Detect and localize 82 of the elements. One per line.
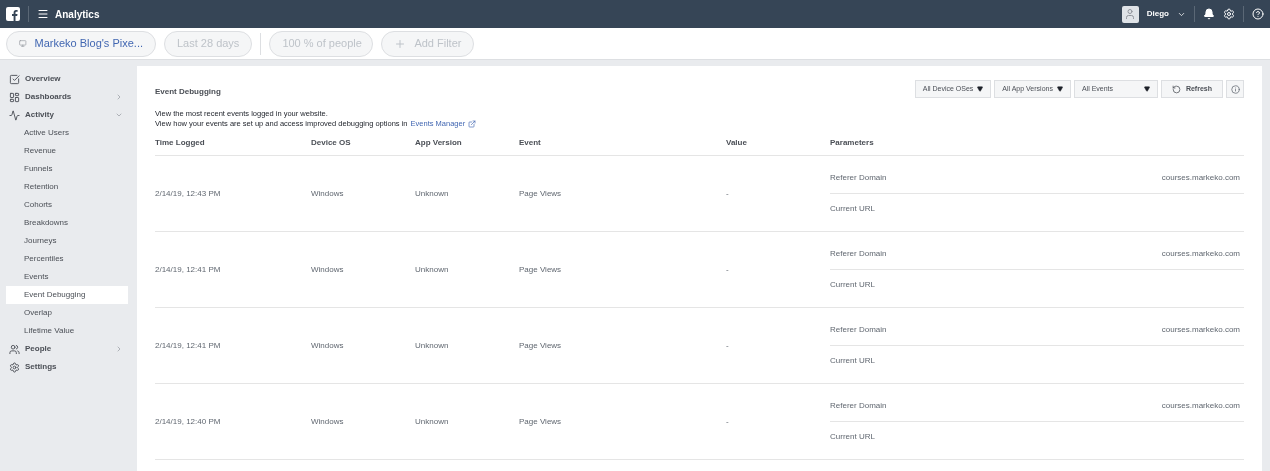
column-header: App Version — [415, 137, 463, 149]
table-cell-text: 2/14/19, 12:41 PM — [155, 263, 222, 276]
info-icon — [1230, 84, 1240, 94]
caret-icon — [977, 86, 984, 92]
table-cell-text: - — [726, 415, 730, 428]
sidebar-item[interactable]: People — [0, 340, 137, 358]
table-cell-text: 2/14/19, 12:43 PM — [155, 187, 222, 200]
table-cell-text: Page Views — [519, 263, 563, 276]
sidebar-item[interactable]: Activity — [0, 106, 137, 124]
sidebar-item[interactable]: Lifetime Value — [0, 322, 137, 340]
logo-icon[interactable] — [6, 7, 20, 21]
parameter-value: courses.markeko.com — [1161, 248, 1240, 260]
section-icon — [9, 109, 20, 121]
info-button[interactable] — [1226, 80, 1244, 98]
table-cell-text: 2/14/19, 12:40 PM — [155, 415, 222, 428]
section-icon — [9, 91, 20, 103]
section-icon — [9, 73, 20, 85]
section-icon — [9, 343, 20, 355]
notifications-icon[interactable] — [1203, 8, 1215, 20]
monitor-icon — [19, 37, 27, 50]
column-header: Device OS — [311, 137, 352, 149]
plus-icon — [394, 37, 407, 50]
help-icon[interactable] — [1252, 8, 1264, 20]
caret-icon — [1056, 86, 1063, 92]
table-cell-text: - — [726, 263, 730, 276]
caret-icon — [115, 111, 123, 119]
caret-icon — [115, 93, 123, 101]
app-title: Analytics — [55, 7, 100, 22]
parameter-name: Current URL — [830, 430, 875, 443]
caret-icon — [115, 345, 123, 353]
sidebar-item[interactable]: Retention — [0, 178, 137, 196]
table-cell-text: - — [726, 187, 730, 200]
user-name[interactable]: Diego — [1146, 8, 1169, 20]
table-cell-text: Windows — [311, 415, 345, 428]
external-link-icon — [468, 120, 477, 128]
sidebar-item[interactable]: Funnels — [0, 160, 137, 178]
table-cell-text: Unknown — [415, 187, 450, 200]
section-icon — [9, 361, 20, 373]
parameter-value: courses.markeko.com — [1161, 172, 1240, 184]
table-cell-text: 2/14/19, 12:41 PM — [155, 339, 222, 352]
parameter-name: Current URL — [830, 202, 875, 215]
sidebar-item[interactable]: Active Users — [0, 124, 137, 142]
sidebar-item[interactable]: Revenue — [0, 142, 137, 160]
column-header: Value — [726, 137, 748, 149]
sidebar-item[interactable]: Overlap — [0, 304, 137, 322]
menu-icon[interactable] — [37, 8, 49, 20]
sidebar-item[interactable]: Settings — [0, 358, 137, 376]
column-header: Event — [519, 137, 542, 149]
table-cell-text: Unknown — [415, 415, 450, 428]
sidebar-item[interactable]: Events — [0, 268, 137, 286]
sidebar-item[interactable]: Overview — [0, 70, 137, 88]
parameter-name: Current URL — [830, 354, 875, 367]
pixel-selector[interactable]: Markeko Blog's Pixe... — [6, 30, 156, 57]
parameter-name: Referer Domain — [830, 248, 887, 260]
table-cell-text: Windows — [311, 263, 345, 276]
table-cell-text: Unknown — [415, 339, 450, 352]
sidebar-item[interactable]: Dashboards — [0, 88, 137, 106]
sidebar-item[interactable]: Breakdowns — [0, 214, 137, 232]
table-cell-text: Unknown — [415, 263, 450, 276]
table-cell-text: - — [726, 339, 730, 352]
table-cell-text: Page Views — [519, 339, 563, 352]
sidebar-item[interactable]: Event Debugging — [6, 286, 128, 304]
table-cell-text: Page Views — [519, 187, 563, 200]
caret-icon — [1143, 86, 1150, 92]
parameter-name: Referer Domain — [830, 324, 887, 336]
column-header: Parameters — [830, 137, 875, 149]
parameter-name: Current URL — [830, 278, 875, 291]
panel-title: Event Debugging — [155, 86, 221, 98]
sidebar-item[interactable]: Percentiles — [0, 250, 137, 268]
table-cell-text: Windows — [311, 339, 345, 352]
parameter-value: courses.markeko.com — [1161, 400, 1240, 412]
refresh-icon — [1171, 84, 1181, 94]
table-cell-text: Page Views — [519, 415, 563, 428]
parameter-value: courses.markeko.com — [1161, 324, 1240, 336]
parameter-name: Referer Domain — [830, 400, 887, 412]
settings-icon[interactable] — [1223, 8, 1235, 20]
table-cell-text: Windows — [311, 187, 345, 200]
sidebar-item[interactable]: Journeys — [0, 232, 137, 250]
parameter-name: Referer Domain — [830, 172, 887, 184]
sidebar-item[interactable]: Cohorts — [0, 196, 137, 214]
column-header: Time Logged — [155, 137, 206, 149]
avatar — [1121, 5, 1139, 23]
